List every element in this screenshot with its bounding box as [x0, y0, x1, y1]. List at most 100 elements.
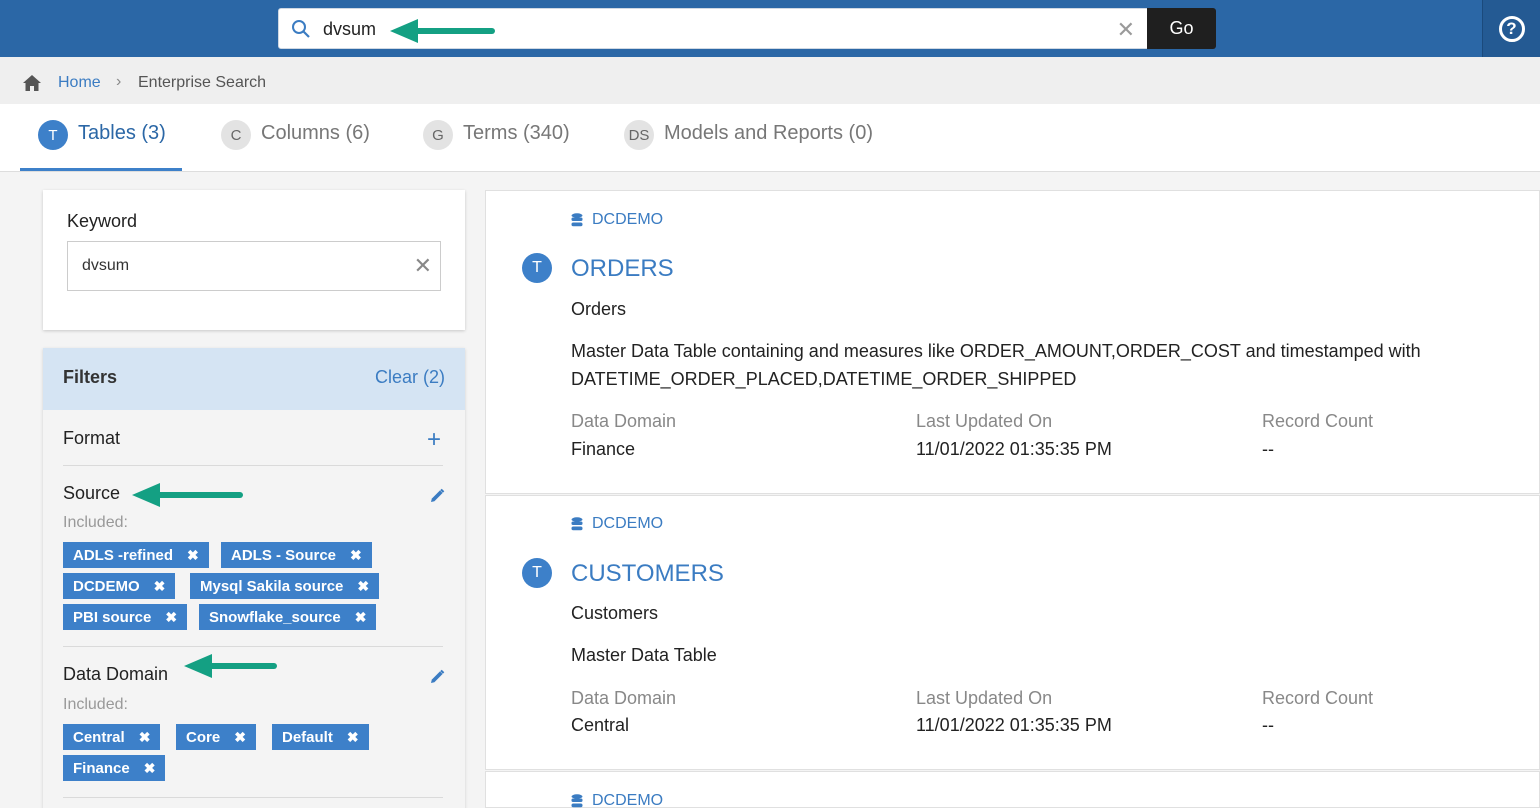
tab-label: Tables (3) [78, 122, 166, 144]
annotation-arrow-icon [184, 654, 277, 678]
chip-label: Default [282, 728, 333, 746]
tab-badge: C [221, 120, 251, 150]
table-type-badge: T [522, 558, 552, 588]
keyword-input[interactable]: dvsum ✕ [67, 241, 441, 291]
tab-tables[interactable]: T Tables (3) [38, 120, 166, 172]
meta-label: Last Updated On [916, 411, 1053, 431]
meta-label: Data Domain [571, 411, 677, 431]
data-domain-included-label: Included: [63, 696, 128, 713]
data-domain-chip[interactable]: Core ✖ [176, 724, 256, 750]
source-chip[interactable]: PBI source ✖ [63, 604, 188, 630]
breadcrumb-home-link[interactable]: Home [58, 74, 101, 92]
remove-chip-icon[interactable]: ✖ [154, 578, 166, 595]
database-icon [571, 794, 583, 808]
chip-label: DCDEMO [73, 577, 140, 595]
remove-chip-icon[interactable]: ✖ [144, 760, 156, 777]
meta-value: -- [1262, 715, 1274, 735]
keyword-value: dvsum [82, 257, 130, 274]
remove-chip-icon[interactable]: ✖ [350, 547, 362, 564]
chevron-right-icon: › [116, 73, 122, 90]
breadcrumb: Home › Enterprise Search [0, 57, 1540, 104]
table-type-badge: T [522, 253, 552, 283]
home-icon[interactable] [22, 74, 42, 92]
meta-value: Central [571, 715, 630, 735]
clear-keyword-icon[interactable]: ✕ [414, 253, 432, 279]
meta-value: 11/01/2022 01:35:35 PM [916, 439, 1112, 459]
plus-icon[interactable]: + [427, 426, 441, 454]
remove-chip-icon[interactable]: ✖ [139, 729, 151, 746]
keyword-label: Keyword [67, 211, 138, 231]
edit-source-pencil-icon[interactable] [429, 488, 445, 504]
remove-chip-icon[interactable]: ✖ [234, 729, 246, 746]
source-chip[interactable]: ADLS -refined ✖ [63, 542, 209, 568]
chip-label: Core [186, 728, 221, 746]
meta-label: Record Count [1262, 411, 1374, 431]
data-domain-chip[interactable]: Central ✖ [63, 724, 161, 750]
result-title-link[interactable]: ORDERS [571, 255, 674, 283]
global-search-input[interactable]: dvsum [323, 19, 376, 40]
result-source[interactable]: DCDEMO [571, 515, 663, 533]
result-source[interactable]: DCDEMO [571, 792, 663, 808]
meta-label: Record Count [1262, 688, 1374, 708]
annotation-arrow-icon [390, 19, 495, 43]
result-title-link[interactable]: CUSTOMERS [571, 560, 724, 588]
search-icon [292, 20, 310, 38]
divider [63, 465, 443, 466]
meta-value: -- [1262, 439, 1274, 459]
edit-data-domain-pencil-icon[interactable] [429, 669, 445, 685]
result-subtitle: Orders [571, 299, 627, 319]
filters-header: Filters Clear (2) [43, 348, 465, 410]
tab-terms[interactable]: G Terms (340) [423, 120, 570, 172]
chip-label: Mysql Sakila source [200, 577, 344, 595]
chip-label: Snowflake_source [209, 608, 341, 626]
meta-label: Data Domain [571, 688, 677, 708]
tab-columns[interactable]: C Columns (6) [221, 120, 370, 172]
meta-value: Finance [571, 439, 636, 459]
tab-badge: G [423, 120, 453, 150]
go-button[interactable]: Go [1147, 8, 1216, 49]
tab-label: Models and Reports (0) [664, 122, 873, 144]
chip-label: PBI source [73, 608, 152, 626]
source-chip[interactable]: ADLS - Source ✖ [221, 542, 372, 568]
clear-search-icon[interactable]: ✕ [1117, 17, 1135, 43]
top-bar: dvsum ✕ Go ? [0, 0, 1540, 57]
result-source[interactable]: DCDEMO [571, 211, 663, 229]
result-source-label: DCDEMO [592, 211, 664, 228]
remove-chip-icon[interactable]: ✖ [355, 609, 367, 626]
divider [63, 646, 443, 647]
active-tab-indicator [20, 168, 182, 171]
source-chip[interactable]: DCDEMO ✖ [63, 573, 176, 599]
remove-chip-icon[interactable]: ✖ [165, 609, 177, 626]
meta-label: Last Updated On [916, 688, 1053, 708]
source-chip[interactable]: Mysql Sakila source ✖ [190, 573, 380, 599]
result-description: Master Data Table containing and measure… [571, 341, 1421, 389]
divider [63, 797, 443, 798]
source-included-label: Included: [63, 514, 128, 531]
result-card: DCDEMO T CUSTOMERS Customers Master Data… [485, 495, 1540, 770]
result-source-label: DCDEMO [592, 515, 664, 532]
filters-title: Filters [63, 367, 118, 387]
tab-label: Columns (6) [261, 122, 370, 144]
chip-label: ADLS -refined [73, 546, 174, 564]
source-chip[interactable]: Snowflake_source ✖ [199, 604, 377, 630]
source-filter-label: Source [63, 483, 121, 503]
help-button[interactable]: ? [1482, 0, 1540, 57]
data-domain-chip[interactable]: Finance ✖ [63, 755, 166, 781]
format-filter-label[interactable]: Format [63, 428, 120, 449]
result-subtitle: Customers [571, 603, 659, 623]
tab-label: Terms (340) [463, 122, 570, 144]
meta-value: 11/01/2022 01:35:35 PM [916, 715, 1112, 735]
chip-label: Central [73, 728, 125, 746]
remove-chip-icon[interactable]: ✖ [357, 578, 369, 595]
remove-chip-icon[interactable]: ✖ [187, 547, 199, 564]
remove-chip-icon[interactable]: ✖ [347, 729, 359, 746]
result-tabs: T Tables (3) C Columns (6) G Terms (340)… [0, 104, 1540, 172]
result-description: Master Data Table [571, 645, 717, 665]
clear-filters-link[interactable]: Clear (2) [375, 367, 445, 388]
tab-models-and-reports[interactable]: DS Models and Reports (0) [624, 120, 873, 172]
database-icon [571, 517, 583, 531]
data-domain-filter-label: Data Domain [63, 664, 169, 684]
result-card: DCDEMO T ORDERS Orders Master Data Table… [485, 190, 1540, 494]
data-domain-chip[interactable]: Default ✖ [272, 724, 369, 750]
help-icon: ? [1498, 15, 1525, 42]
